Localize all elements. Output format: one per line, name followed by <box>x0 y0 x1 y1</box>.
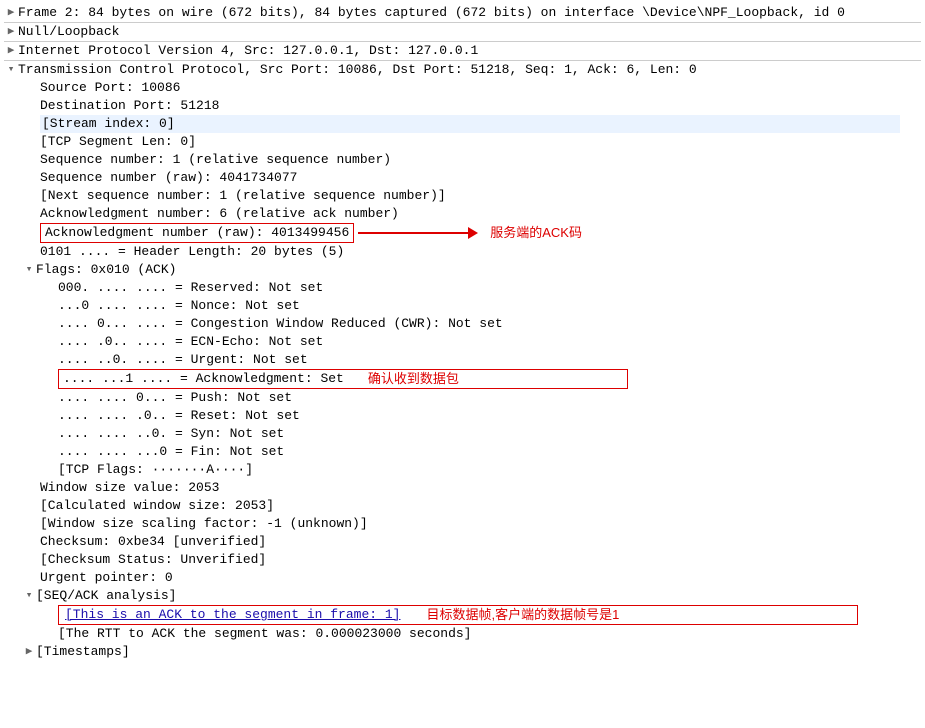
highlight-ack-raw: Acknowledgment number (raw): 4013499456 <box>40 223 354 243</box>
flag-cwr[interactable]: .... 0... .... = Congestion Window Reduc… <box>4 315 921 333</box>
tcp-ack-raw[interactable]: Acknowledgment number (raw): 4013499456 … <box>4 223 921 243</box>
tcp-ack-rel[interactable]: Acknowledgment number: 6 (relative ack n… <box>4 205 921 223</box>
tcp-checksum-status[interactable]: [Checksum Status: Unverified] <box>4 551 921 569</box>
chevron-right-icon[interactable]: ▶ <box>4 4 18 22</box>
tcp-header-label: Transmission Control Protocol, Src Port:… <box>18 61 697 79</box>
tcp-ack-to-frame[interactable]: [This is an ACK to the segment in frame:… <box>4 605 921 625</box>
chevron-down-icon[interactable]: ▾ <box>22 261 36 279</box>
highlight-ack-to-frame: [This is an ACK to the segment in frame:… <box>58 605 858 625</box>
chevron-right-icon[interactable]: ▶ <box>4 23 18 41</box>
tcp-src-port[interactable]: Source Port: 10086 <box>4 79 921 97</box>
tree-ipv4[interactable]: ▶ Internet Protocol Version 4, Src: 127.… <box>4 42 921 60</box>
flag-urg[interactable]: .... ..0. .... = Urgent: Not set <box>4 351 921 369</box>
tcp-seqack-node[interactable]: ▾ [SEQ/ACK analysis] <box>4 587 921 605</box>
highlight-ack-flag: .... ...1 .... = Acknowledgment: Set 确认收… <box>58 369 628 389</box>
tcp-flags-node[interactable]: ▾ Flags: 0x010 (ACK) <box>4 261 921 279</box>
tree-tcp[interactable]: ▾ Transmission Control Protocol, Src Por… <box>4 61 921 79</box>
tcp-hdr-len[interactable]: 0101 .... = Header Length: 20 bytes (5) <box>4 243 921 261</box>
tcp-calc-win[interactable]: [Calculated window size: 2053] <box>4 497 921 515</box>
link-ack-to-frame[interactable]: [This is an ACK to the segment in frame:… <box>63 606 402 624</box>
chevron-right-icon[interactable]: ▶ <box>4 42 18 60</box>
tcp-dst-port[interactable]: Destination Port: 51218 <box>4 97 921 115</box>
tcp-win-size[interactable]: Window size value: 2053 <box>4 479 921 497</box>
flag-syn[interactable]: .... .... ..0. = Syn: Not set <box>4 425 921 443</box>
tcp-stream-index[interactable]: [Stream index: 0] <box>4 115 921 133</box>
annotation-ack-to-frame: 目标数据帧,客户端的数据帧号是1 <box>426 606 619 624</box>
tcp-scale[interactable]: [Window size scaling factor: -1 (unknown… <box>4 515 921 533</box>
chevron-down-icon[interactable]: ▾ <box>22 587 36 605</box>
tcp-checksum[interactable]: Checksum: 0xbe34 [unverified] <box>4 533 921 551</box>
chevron-right-icon[interactable]: ▶ <box>22 643 36 661</box>
flag-reserved[interactable]: 000. .... .... = Reserved: Not set <box>4 279 921 297</box>
tcp-next-seq[interactable]: [Next sequence number: 1 (relative seque… <box>4 187 921 205</box>
tcp-seq-rel[interactable]: Sequence number: 1 (relative sequence nu… <box>4 151 921 169</box>
tcp-rtt[interactable]: [The RTT to ACK the segment was: 0.00002… <box>4 625 921 643</box>
null-loopback-label: Null/Loopback <box>18 23 119 41</box>
flag-nonce[interactable]: ...0 .... .... = Nonce: Not set <box>4 297 921 315</box>
annotation-ack-flag: 确认收到数据包 <box>368 370 459 388</box>
flag-fin[interactable]: .... .... ...0 = Fin: Not set <box>4 443 921 461</box>
flag-ecn[interactable]: .... .0.. .... = ECN-Echo: Not set <box>4 333 921 351</box>
chevron-down-icon[interactable]: ▾ <box>4 61 18 79</box>
tree-frame[interactable]: ▶ Frame 2: 84 bytes on wire (672 bits), … <box>4 4 921 22</box>
flag-reset[interactable]: .... .... .0.. = Reset: Not set <box>4 407 921 425</box>
ipv4-label: Internet Protocol Version 4, Src: 127.0.… <box>18 42 478 60</box>
tcp-seq-raw[interactable]: Sequence number (raw): 4041734077 <box>4 169 921 187</box>
arrow-icon <box>358 228 478 238</box>
tcp-seg-len[interactable]: [TCP Segment Len: 0] <box>4 133 921 151</box>
annotation-ack-raw: 服务端的ACK码 <box>490 224 582 242</box>
flag-tcp-flags[interactable]: [TCP Flags: ·······A····] <box>4 461 921 479</box>
frame-label: Frame 2: 84 bytes on wire (672 bits), 84… <box>18 4 845 22</box>
tree-null-loopback[interactable]: ▶ Null/Loopback <box>4 23 921 41</box>
tcp-urgent[interactable]: Urgent pointer: 0 <box>4 569 921 587</box>
flag-push[interactable]: .... .... 0... = Push: Not set <box>4 389 921 407</box>
flag-ack[interactable]: .... ...1 .... = Acknowledgment: Set 确认收… <box>4 369 921 389</box>
tcp-timestamps[interactable]: ▶ [Timestamps] <box>4 643 921 661</box>
